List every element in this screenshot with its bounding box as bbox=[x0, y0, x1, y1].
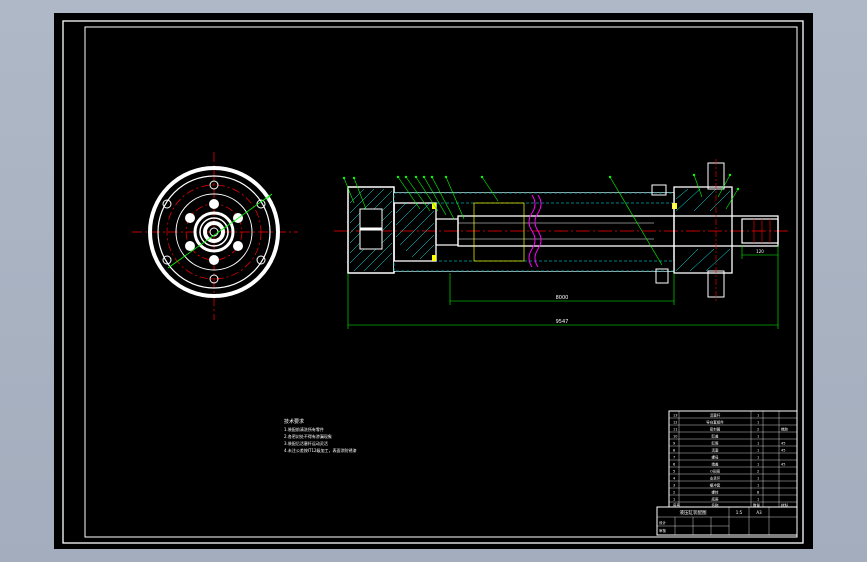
part-name: 密封圈 bbox=[710, 427, 721, 432]
part-name: 缸盖 bbox=[712, 434, 720, 439]
barrel-wall-bottom bbox=[393, 260, 675, 272]
balloon-leader-end bbox=[692, 173, 696, 177]
piston bbox=[393, 202, 437, 262]
balloon-leader-end bbox=[430, 175, 434, 179]
balloon-leader-end bbox=[352, 176, 356, 180]
part-qty: 2 bbox=[757, 470, 759, 474]
note-line: 3.装配后活塞杆运动灵活 bbox=[284, 440, 328, 446]
part-no: 11 bbox=[673, 428, 677, 432]
dimension-8000-label: 8000 bbox=[556, 295, 569, 301]
part-material: 45 bbox=[781, 442, 785, 446]
title-area bbox=[656, 506, 798, 536]
part-material: 45 bbox=[781, 463, 785, 467]
part-no: 12 bbox=[673, 421, 677, 425]
balloon-leader-end bbox=[422, 175, 426, 179]
balloon-leader-end bbox=[414, 175, 418, 179]
parts-list-grid bbox=[669, 411, 797, 507]
dimension-shaft-end-label: 120 bbox=[756, 249, 764, 254]
part-name: 缸筒 bbox=[712, 441, 720, 446]
checker-label: 审核 bbox=[659, 528, 667, 533]
gland-hatching bbox=[675, 188, 731, 272]
cad-drawing: 8000 9547 120 技术要求 1.装配前清洗所有零件 2.各密封处不得有… bbox=[62, 20, 804, 544]
part-material: 45 bbox=[781, 449, 785, 453]
designer-label: 设计 bbox=[659, 520, 667, 525]
part-name: 螺母 bbox=[712, 455, 720, 460]
notes-heading: 技术要求 bbox=[284, 418, 304, 425]
balloon-leader-end bbox=[342, 176, 346, 180]
dimension-9547-label: 9547 bbox=[556, 319, 569, 325]
seal-marker bbox=[432, 203, 436, 209]
balloon-leader-end bbox=[480, 175, 484, 179]
leaders bbox=[343, 174, 739, 266]
part-no: 6 bbox=[673, 463, 675, 467]
cad-viewport[interactable]: 8000 9547 120 技术要求 1.装配前清洗所有零件 2.各密封处不得有… bbox=[0, 0, 867, 562]
bolt-hole bbox=[233, 241, 243, 251]
balloon-leader-end bbox=[728, 173, 732, 177]
part-name: O形圈 bbox=[710, 469, 720, 474]
inner-frame bbox=[84, 26, 798, 538]
note-line: 1.装配前清洗所有零件 bbox=[284, 426, 324, 432]
end-view bbox=[132, 152, 298, 320]
title-area-grid bbox=[657, 507, 797, 535]
bolt-hole bbox=[209, 199, 219, 209]
part-material: 橡胶 bbox=[781, 427, 789, 432]
part-qty: 8 bbox=[757, 491, 759, 495]
seal-marker bbox=[432, 255, 436, 261]
technical-notes: 技术要求 1.装配前清洗所有零件 2.各密封处不得有渗漏现象 3.装配后活塞杆运… bbox=[284, 418, 357, 453]
title-block: 13 活塞杆 1 12 导向套组件 1 11 密封圈 2 橡胶 10 缸盖 1 … bbox=[656, 410, 798, 536]
part-name: 缓冲套 bbox=[710, 483, 721, 488]
dimension-9547 bbox=[347, 245, 779, 329]
part-qty: 1 bbox=[757, 449, 759, 453]
gland-head bbox=[673, 186, 733, 274]
drawing-scale: 1:5 bbox=[736, 510, 743, 515]
part-name: 端盖 bbox=[712, 462, 720, 467]
part-name: 底座 bbox=[712, 497, 720, 502]
part-no: 3 bbox=[673, 484, 675, 488]
bolt-hole bbox=[209, 255, 219, 265]
balloon-leader-end bbox=[608, 175, 612, 179]
part-no: 13 bbox=[673, 414, 677, 418]
sheet-number: A3 bbox=[756, 510, 762, 515]
part-qty: 1 bbox=[757, 456, 759, 460]
part-name: 活塞 bbox=[712, 448, 720, 453]
part-qty: 1 bbox=[757, 414, 759, 418]
note-line: 4.未注公差按IT12级加工，表面涂防锈漆 bbox=[284, 447, 357, 453]
part-no: 8 bbox=[673, 449, 675, 453]
part-qty: 1 bbox=[757, 435, 759, 439]
part-qty: 1 bbox=[757, 463, 759, 467]
balloon-leader-end bbox=[736, 187, 740, 191]
part-qty: 1 bbox=[757, 421, 759, 425]
part-name: 活塞杆 bbox=[710, 413, 721, 418]
note-line: 2.各密封处不得有渗漏现象 bbox=[284, 433, 332, 439]
part-no: 1 bbox=[673, 498, 675, 502]
part-qty: 1 bbox=[757, 484, 759, 488]
drawing-title: 液压缸装配图 bbox=[680, 509, 707, 516]
balloon-leader-end bbox=[404, 175, 408, 179]
part-qty: 1 bbox=[757, 477, 759, 481]
part-no: 4 bbox=[673, 477, 676, 481]
parts-list-frame bbox=[668, 410, 798, 508]
part-no: 9 bbox=[673, 442, 675, 446]
part-no: 10 bbox=[673, 435, 677, 439]
drawing-sheet: 8000 9547 120 技术要求 1.装配前清洗所有零件 2.各密封处不得有… bbox=[54, 13, 813, 549]
balloon-leader-end bbox=[444, 175, 448, 179]
part-no: 7 bbox=[673, 456, 675, 460]
diameter-leader bbox=[167, 193, 273, 269]
balloon-leader-end bbox=[396, 175, 400, 179]
part-qty: 1 bbox=[757, 442, 759, 446]
spacer-sleeve bbox=[473, 202, 525, 262]
bolt-hole bbox=[185, 213, 195, 223]
piston-nose bbox=[435, 218, 459, 246]
part-name: 螺栓 bbox=[712, 490, 720, 495]
part-no: 5 bbox=[673, 470, 675, 474]
item-balloons bbox=[342, 173, 740, 191]
part-name: 导向套组件 bbox=[706, 420, 724, 425]
part-name: 支承环 bbox=[710, 476, 721, 481]
section-view: 8000 9547 120 bbox=[334, 159, 790, 329]
part-qty: 2 bbox=[757, 428, 759, 432]
part-no: 2 bbox=[673, 491, 675, 495]
part-qty: 1 bbox=[757, 498, 759, 502]
